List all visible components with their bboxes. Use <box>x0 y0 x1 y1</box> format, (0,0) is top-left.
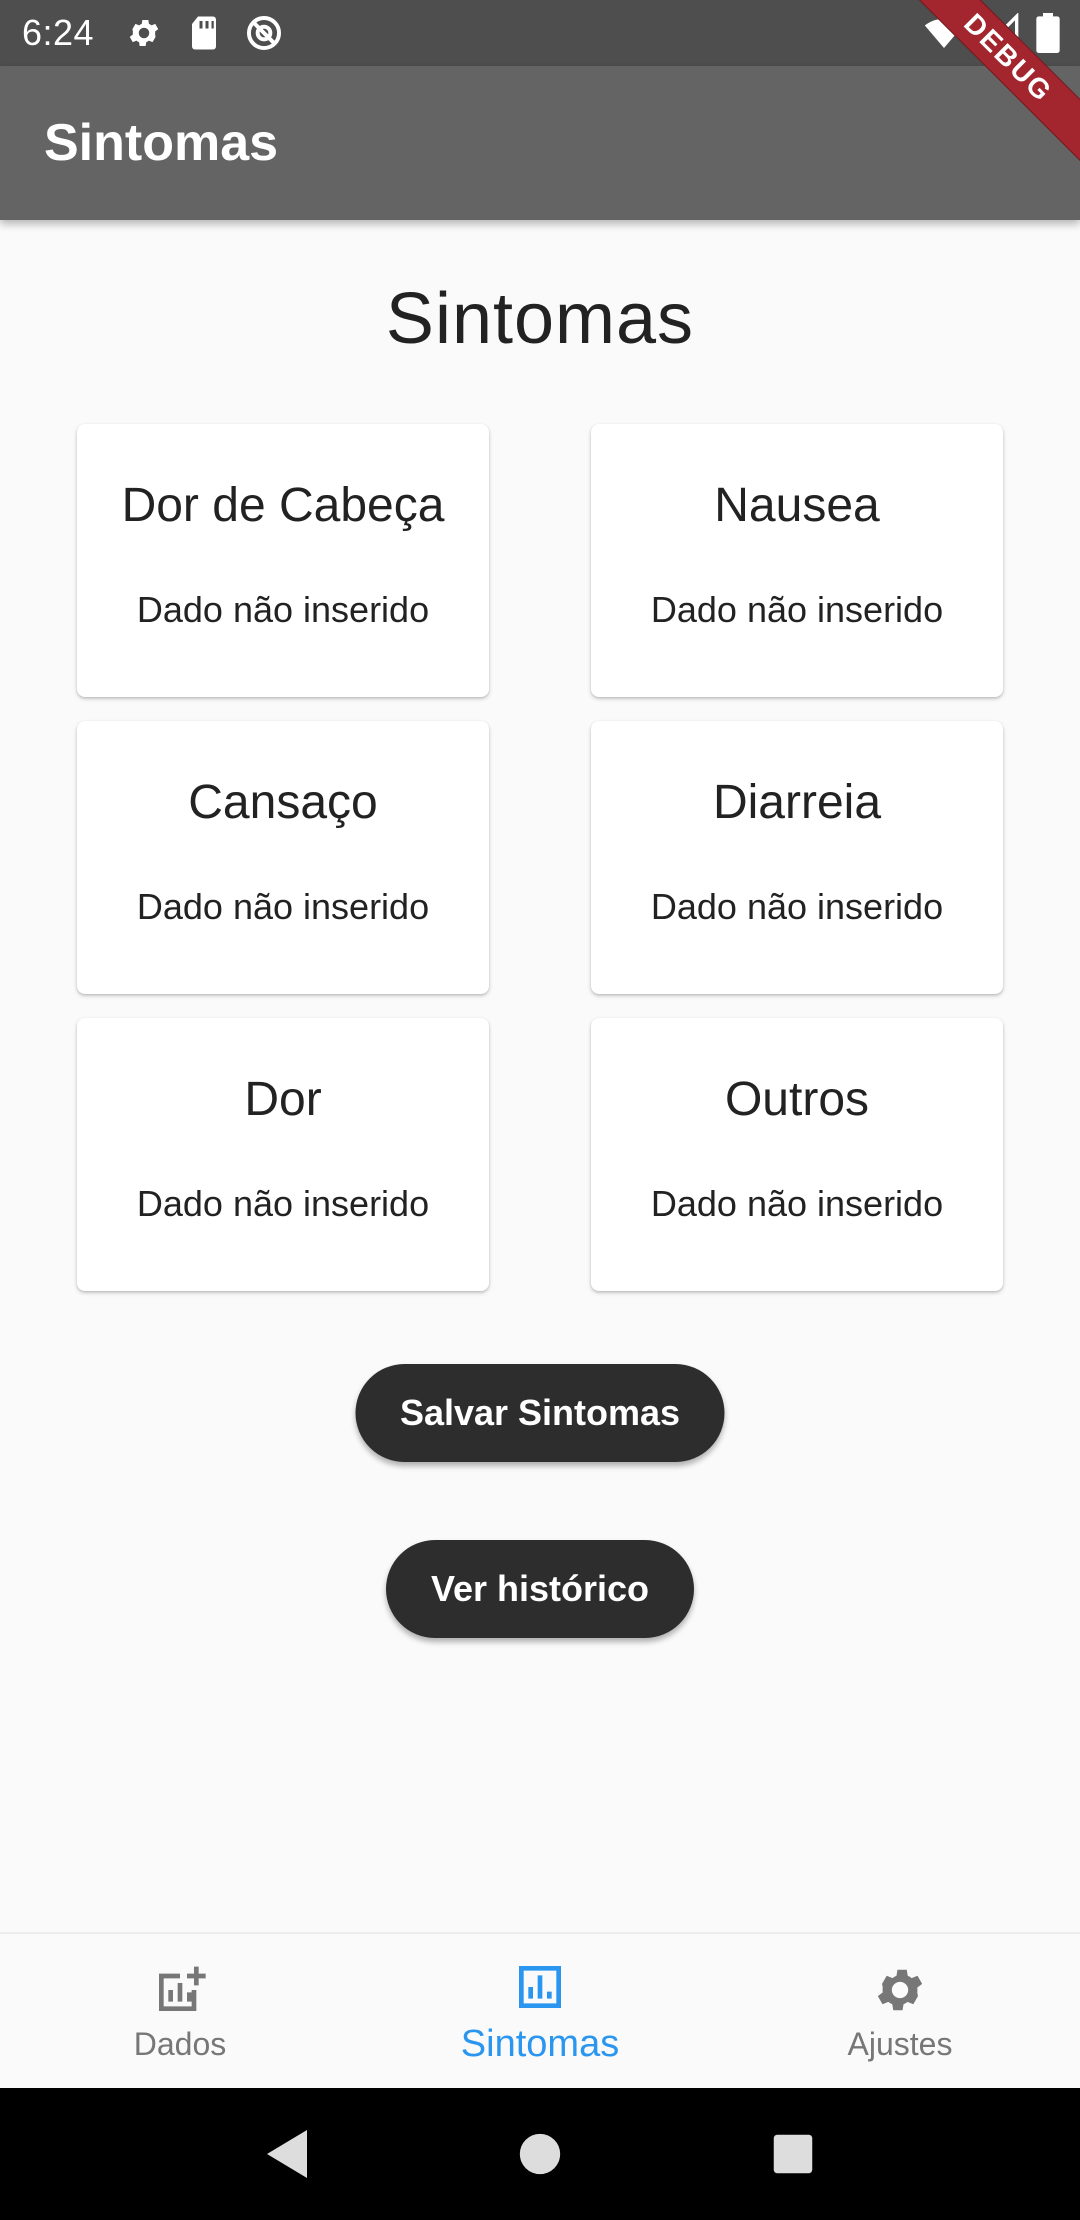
symptom-grid: Dor de Cabeça Dado não inserido Nausea D… <box>77 424 1003 1291</box>
symptom-card-title: Dor de Cabeça <box>121 479 445 532</box>
app-bar-title: Sintomas <box>44 114 279 172</box>
add-chart-icon <box>150 1960 210 2020</box>
save-symptoms-button[interactable]: Salvar Sintomas <box>355 1364 725 1462</box>
symptom-card-dor[interactable]: Dor Dado não inserido <box>77 1018 489 1291</box>
view-history-button[interactable]: Ver histórico <box>386 1540 694 1638</box>
symptom-card-status: Dado não inserido <box>136 886 430 927</box>
symptom-card-cansaco[interactable]: Cansaço Dado não inserido <box>77 721 489 994</box>
status-bar: 6:24 <box>0 0 1080 66</box>
nav-label-sintomas: Sintomas <box>460 2022 620 2065</box>
gear-icon <box>870 1960 930 2020</box>
wifi-icon <box>924 13 964 58</box>
home-icon[interactable] <box>505 2119 575 2189</box>
battery-icon <box>1036 13 1060 58</box>
nav-label-ajustes: Ajustes <box>847 2025 953 2062</box>
nav-item-sintomas[interactable]: Sintomas <box>360 1934 720 2088</box>
symptom-card-title: Nausea <box>714 479 880 532</box>
symptom-card-title: Diarreia <box>712 776 882 829</box>
at-sign-icon <box>244 13 284 53</box>
symptom-card-title: Dor <box>244 1073 322 1126</box>
nav-item-dados[interactable]: Dados <box>0 1934 360 2088</box>
nav-item-ajustes[interactable]: Ajustes <box>720 1934 1080 2088</box>
app-bar: Sintomas <box>0 66 1080 220</box>
gear-icon <box>124 13 164 53</box>
symptom-card-dor-de-cabeca[interactable]: Dor de Cabeça Dado não inserido <box>77 424 489 697</box>
symptom-card-title: Cansaço <box>188 776 378 829</box>
symptom-card-status: Dado não inserido <box>650 589 944 630</box>
symptom-card-nausea[interactable]: Nausea Dado não inserido <box>591 424 1003 697</box>
page-title: Sintomas <box>385 279 695 359</box>
bar-chart-icon <box>510 1957 570 2017</box>
symptom-card-status: Dado não inserido <box>136 589 430 630</box>
symptom-card-diarreia[interactable]: Diarreia Dado não inserido <box>591 721 1003 994</box>
recents-icon[interactable] <box>758 2119 828 2189</box>
back-icon[interactable] <box>252 2119 322 2189</box>
system-navigation-bar <box>0 2088 1080 2220</box>
nav-label-dados: Dados <box>133 2025 227 2062</box>
symptom-card-status: Dado não inserido <box>136 1183 430 1224</box>
symptom-card-status: Dado não inserido <box>650 886 944 927</box>
status-time: 6:24 <box>22 12 95 53</box>
sd-card-icon <box>184 13 224 53</box>
symptom-card-status: Dado não inserido <box>650 1183 944 1224</box>
bottom-navigation: Dados Sintomas Ajustes <box>0 1932 1080 2088</box>
signal-icon <box>979 12 1020 58</box>
symptom-card-title: Outros <box>724 1073 870 1126</box>
symptom-card-outros[interactable]: Outros Dado não inserido <box>591 1018 1003 1291</box>
